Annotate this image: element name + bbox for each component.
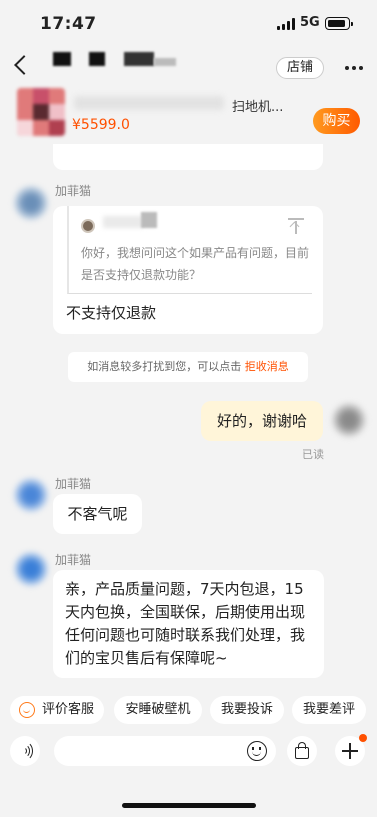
my-message-bubble[interactable]: 好的，谢谢哈 [201,401,323,441]
notice-text: 如消息较多打扰到您，可以点击 [87,360,242,373]
quoted-name-redacted [103,216,143,228]
product-thumbnail [17,88,65,136]
partial-message-bubble [53,144,323,170]
quoted-name-redacted-block [141,212,157,228]
status-time: 17:47 [40,14,97,34]
quoted-avatar [81,219,95,233]
chat-header: 店铺 [0,46,377,86]
quick-reply-bad-review[interactable]: 我要差评 [292,696,366,724]
product-name-redacted [74,96,224,110]
answer-text: 不支持仅退款 [66,304,157,322]
message-input[interactable] [54,736,276,766]
message-bubble[interactable]: 亲，产品质量问题，7天内包退，15天内包换，全国联保，后期使用出现任何问题也可随… [53,570,324,678]
shop-button[interactable]: 店铺 [276,57,324,79]
home-indicator [122,803,256,808]
shopping-bag-icon[interactable] [287,736,317,766]
sender-name: 加菲猫 [55,477,92,491]
quick-reply-product[interactable]: 安睡破壁机 [114,696,202,724]
more-icon[interactable] [345,66,363,70]
avatar [14,552,48,586]
my-avatar [332,403,366,437]
buy-button[interactable]: 购买 [313,108,360,134]
scroll-to-quote-icon[interactable] [288,218,304,234]
quoted-text: 你好，我想问问这个如果产品有问题，目前是否支持仅退款功能？ [81,246,310,282]
quick-reply-complain[interactable]: 我要投诉 [210,696,284,724]
avatar [14,186,48,220]
battery-icon [325,17,353,30]
sender-name: 加菲猫 [55,184,92,198]
read-status: 已读 [302,448,324,461]
voice-icon[interactable] [10,736,40,766]
quoted-message: 你好，我想问问这个如果产品有问题，目前是否支持仅退款功能？ [67,206,312,294]
avatar [14,478,48,512]
quick-reply-bar: 评价客服 安睡破壁机 我要投诉 我要差评 [0,692,377,728]
product-price: ¥5599.0 [72,117,130,133]
status-bar: 17:47 5G [0,0,377,46]
message-bubble[interactable]: 不客气呢 [53,494,142,534]
network-label: 5G [300,15,320,30]
emoji-icon[interactable] [247,741,267,761]
back-icon[interactable] [14,55,34,75]
chip-label: 评价客服 [41,702,94,717]
smile-icon [19,702,35,718]
product-name: 扫地机... [232,100,284,115]
sender-name: 加菲猫 [55,553,92,567]
system-notice: 如消息较多打扰到您，可以点击 拒收消息 [68,352,308,382]
reject-messages-link[interactable]: 拒收消息 [245,360,289,373]
quick-reply-rate-service[interactable]: 评价客服 [10,696,104,724]
input-bar [0,730,377,778]
signal-icon [277,18,296,30]
notification-dot [359,734,367,742]
product-card[interactable]: 扫地机... ¥5599.0 购买 [0,86,377,144]
message-bubble-quote[interactable]: 你好，我想问问这个如果产品有问题，目前是否支持仅退款功能？ 不支持仅退款 [53,206,323,334]
